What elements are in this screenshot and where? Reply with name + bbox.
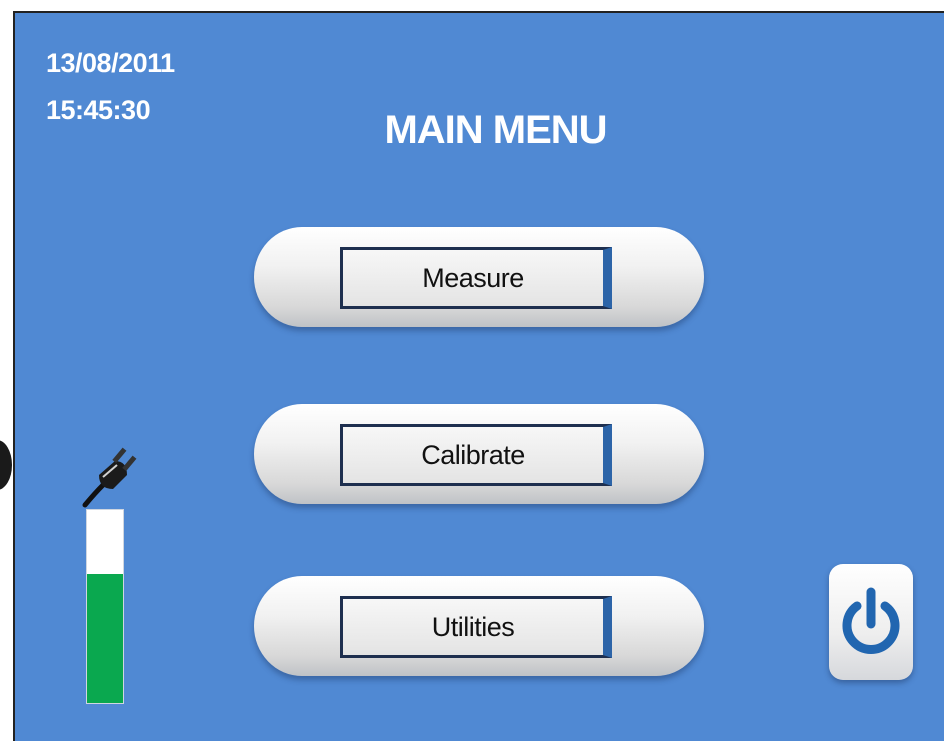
calibrate-button[interactable]: Calibrate: [254, 404, 704, 504]
power-icon: [842, 587, 900, 654]
measure-button-label: Measure: [422, 262, 524, 293]
power-button[interactable]: [829, 564, 913, 680]
battery-level-fill: [87, 573, 123, 703]
utilities-button-face[interactable]: Utilities: [340, 596, 612, 658]
page-title-text: MAIN MENU: [384, 108, 607, 152]
measure-button[interactable]: Measure: [254, 227, 704, 327]
utilities-button[interactable]: Utilities: [254, 576, 704, 676]
measure-button-face[interactable]: Measure: [340, 247, 612, 309]
page-title: MAIN MENU: [15, 108, 944, 153]
plug-icon: [82, 447, 137, 508]
calibrate-button-face[interactable]: Calibrate: [340, 424, 612, 486]
edge-object: [0, 440, 12, 490]
battery-indicator: [86, 509, 124, 704]
main-menu-screen: 13/08/2011 15:45:30 MAIN MENU Measure Ca…: [13, 11, 944, 741]
date-display: 13/08/2011: [46, 48, 175, 78]
calibrate-button-label: Calibrate: [421, 439, 525, 470]
utilities-button-label: Utilities: [431, 611, 515, 642]
